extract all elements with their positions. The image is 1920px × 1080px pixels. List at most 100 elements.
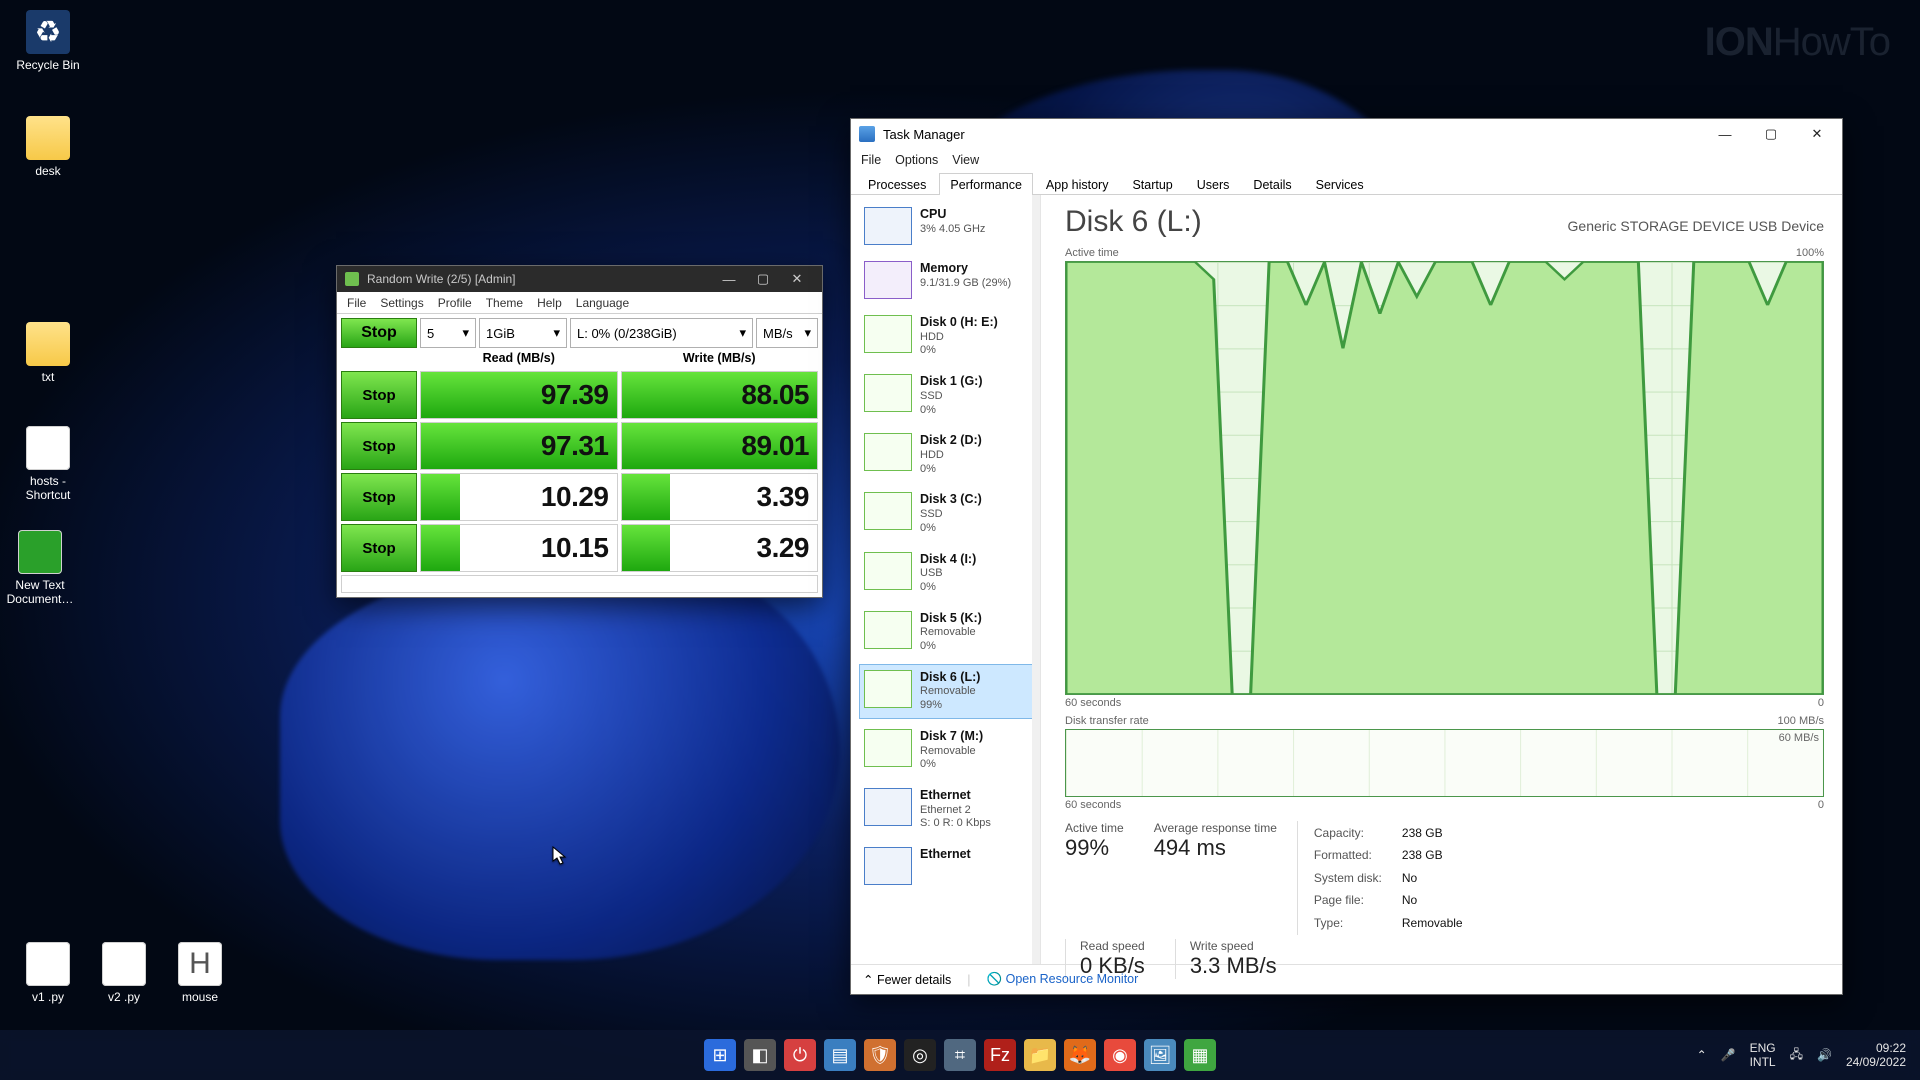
runs-select[interactable]: 5▾ xyxy=(420,318,476,348)
desktop-icon-hosts[interactable]: hosts - Shortcut xyxy=(10,426,86,502)
row-stop-button-2[interactable]: Stop xyxy=(341,473,417,521)
input-layout: INTL xyxy=(1750,1055,1776,1069)
unit-select[interactable]: MB/s▾ xyxy=(756,318,818,348)
read-header: Read (MB/s) xyxy=(420,351,618,365)
menu-settings[interactable]: Settings xyxy=(380,296,423,310)
sidebar-item-mem[interactable]: Memory9.1/31.9 GB (29%) xyxy=(859,255,1038,305)
sidebar-item-d6[interactable]: Disk 6 (L:)Removable99% xyxy=(859,664,1038,719)
benchmark-window: Random Write (2/5) [Admin] — ▢ ✕ File Set… xyxy=(336,265,823,598)
thumb-icon xyxy=(864,670,912,708)
maximize-button[interactable]: ▢ xyxy=(1748,119,1794,149)
sidebar-item-d4[interactable]: Disk 4 (I:)USB0% xyxy=(859,546,1038,601)
tab-services[interactable]: Services xyxy=(1305,173,1375,195)
maximize-button[interactable]: ▢ xyxy=(746,266,780,292)
open-resource-monitor-link[interactable]: Open Resource Monitor xyxy=(987,972,1139,987)
desktop-icon-desk[interactable]: desk xyxy=(10,116,86,178)
close-button[interactable]: ✕ xyxy=(1794,119,1840,149)
tab-performance[interactable]: Performance xyxy=(939,173,1033,195)
menu-options[interactable]: Options xyxy=(895,153,938,167)
desktop-icon-recycle-bin[interactable]: ♻Recycle Bin xyxy=(10,10,86,72)
desktop-icon-v1py[interactable]: v1 .py xyxy=(10,942,86,1004)
desktop-icon-v2py[interactable]: v2 .py xyxy=(86,942,162,1004)
tab-processes[interactable]: Processes xyxy=(857,173,937,195)
row-stop-button-1[interactable]: Stop xyxy=(341,422,417,470)
desktop-icon-newtext[interactable]: New Text Document… xyxy=(2,530,78,606)
menu-theme[interactable]: Theme xyxy=(486,296,523,310)
tm-sidebar: CPU3% 4.05 GHz Memory9.1/31.9 GB (29%) D… xyxy=(851,195,1041,964)
sidebar-item-d1[interactable]: Disk 1 (G:)SSD0% xyxy=(859,368,1038,423)
sidebar-item-d3[interactable]: Disk 3 (C:)SSD0% xyxy=(859,486,1038,541)
tm-app-icon xyxy=(859,126,875,142)
write-header: Write (MB/s) xyxy=(621,351,819,365)
write-value-0: 88.05 xyxy=(621,371,819,419)
taskbar: ⊞◧⏻▤🛡◎⌗Fz📁🦊◉🖼▦ ⌃ 🎤 ENG INTL 🖧 🔊 09:22 24… xyxy=(0,1030,1920,1080)
menu-file[interactable]: File xyxy=(347,296,366,310)
thumb-icon xyxy=(864,315,912,353)
tray-chevron-icon[interactable]: ⌃ xyxy=(1697,1048,1707,1062)
clock[interactable]: 09:22 24/09/2022 xyxy=(1846,1041,1906,1070)
taskbar-power[interactable]: ⏻ xyxy=(784,1039,816,1071)
menu-view[interactable]: View xyxy=(952,153,979,167)
taskbar-chrome[interactable]: ◉ xyxy=(1104,1039,1136,1071)
menu-language[interactable]: Language xyxy=(576,296,629,310)
drive-select[interactable]: L: 0% (0/238GiB)▾ xyxy=(570,318,753,348)
sidebar-item-d5[interactable]: Disk 5 (K:)Removable0% xyxy=(859,605,1038,660)
taskbar-explorer[interactable]: 📁 xyxy=(1024,1039,1056,1071)
task-manager-window: Task Manager — ▢ ✕ File Options View Proce… xyxy=(850,118,1843,995)
menu-help[interactable]: Help xyxy=(537,296,562,310)
fewer-details-button[interactable]: Fewer details xyxy=(863,972,951,987)
taskbar-app1[interactable]: ⌗ xyxy=(944,1039,976,1071)
taskbar-cdm[interactable]: ▦ xyxy=(1184,1039,1216,1071)
thumb-icon xyxy=(864,552,912,590)
taskbar-tm[interactable]: ▤ xyxy=(824,1039,856,1071)
taskbar-start[interactable]: ⊞ xyxy=(704,1039,736,1071)
tm-titlebar[interactable]: Task Manager — ▢ ✕ xyxy=(851,119,1842,149)
sidebar-item-d2[interactable]: Disk 2 (D:)HDD0% xyxy=(859,427,1038,482)
app-icon xyxy=(345,272,359,286)
taskbar-photos[interactable]: 🖼 xyxy=(1144,1039,1176,1071)
sidebar-item-d7[interactable]: Disk 7 (M:)Removable0% xyxy=(859,723,1038,778)
row-stop-button-0[interactable]: Stop xyxy=(341,371,417,419)
taskbar-sec[interactable]: 🛡 xyxy=(864,1039,896,1071)
thumb-icon xyxy=(864,492,912,530)
taskbar-taskview[interactable]: ◧ xyxy=(744,1039,776,1071)
network-icon[interactable]: 🖧 xyxy=(1790,1045,1803,1066)
all-stop-button[interactable]: Stop xyxy=(341,318,417,348)
mouse-cursor xyxy=(552,846,568,866)
sidebar-item-eth2[interactable]: Ethernet xyxy=(859,841,1038,891)
tab-startup[interactable]: Startup xyxy=(1121,173,1183,195)
tab-users[interactable]: Users xyxy=(1186,173,1241,195)
sidebar-item-eth[interactable]: EthernetEthernet 2S: 0 R: 0 Kbps xyxy=(859,782,1038,837)
write-value-2: 3.39 xyxy=(621,473,819,521)
mic-icon[interactable]: 🎤 xyxy=(1721,1048,1736,1062)
thumb-icon xyxy=(864,729,912,767)
thumb-icon xyxy=(864,261,912,299)
read-value-0: 97.39 xyxy=(420,371,618,419)
taskbar-firefox[interactable]: 🦊 xyxy=(1064,1039,1096,1071)
row-stop-button-3[interactable]: Stop xyxy=(341,524,417,572)
minimize-button[interactable]: — xyxy=(712,266,746,292)
sidebar-item-cpu[interactable]: CPU3% 4.05 GHz xyxy=(859,201,1038,251)
benchmark-titlebar[interactable]: Random Write (2/5) [Admin] — ▢ ✕ xyxy=(337,266,822,292)
size-select[interactable]: 1GiB▾ xyxy=(479,318,567,348)
menu-file[interactable]: File xyxy=(861,153,881,167)
menu-profile[interactable]: Profile xyxy=(438,296,472,310)
thumb-icon xyxy=(864,374,912,412)
benchmark-menubar: File Settings Profile Theme Help Language xyxy=(337,292,822,314)
write-value-3: 3.29 xyxy=(621,524,819,572)
write-speed-value: 3.3 MB/s xyxy=(1190,953,1277,979)
thumb-icon xyxy=(864,611,912,649)
window-title: Random Write (2/5) [Admin] xyxy=(367,272,516,286)
desktop-icon-mouse[interactable]: Hmouse xyxy=(162,942,238,1004)
input-lang[interactable]: ENG xyxy=(1750,1041,1776,1055)
taskbar-obs[interactable]: ◎ xyxy=(904,1039,936,1071)
close-button[interactable]: ✕ xyxy=(780,266,814,292)
taskbar-filezilla[interactable]: Fz xyxy=(984,1039,1016,1071)
tab-details[interactable]: Details xyxy=(1242,173,1302,195)
minimize-button[interactable]: — xyxy=(1702,119,1748,149)
tab-app-history[interactable]: App history xyxy=(1035,173,1120,195)
volume-icon[interactable]: 🔊 xyxy=(1817,1048,1832,1062)
write-value-1: 89.01 xyxy=(621,422,819,470)
desktop-icon-txt[interactable]: txt xyxy=(10,322,86,384)
sidebar-item-d0[interactable]: Disk 0 (H: E:)HDD0% xyxy=(859,309,1038,364)
